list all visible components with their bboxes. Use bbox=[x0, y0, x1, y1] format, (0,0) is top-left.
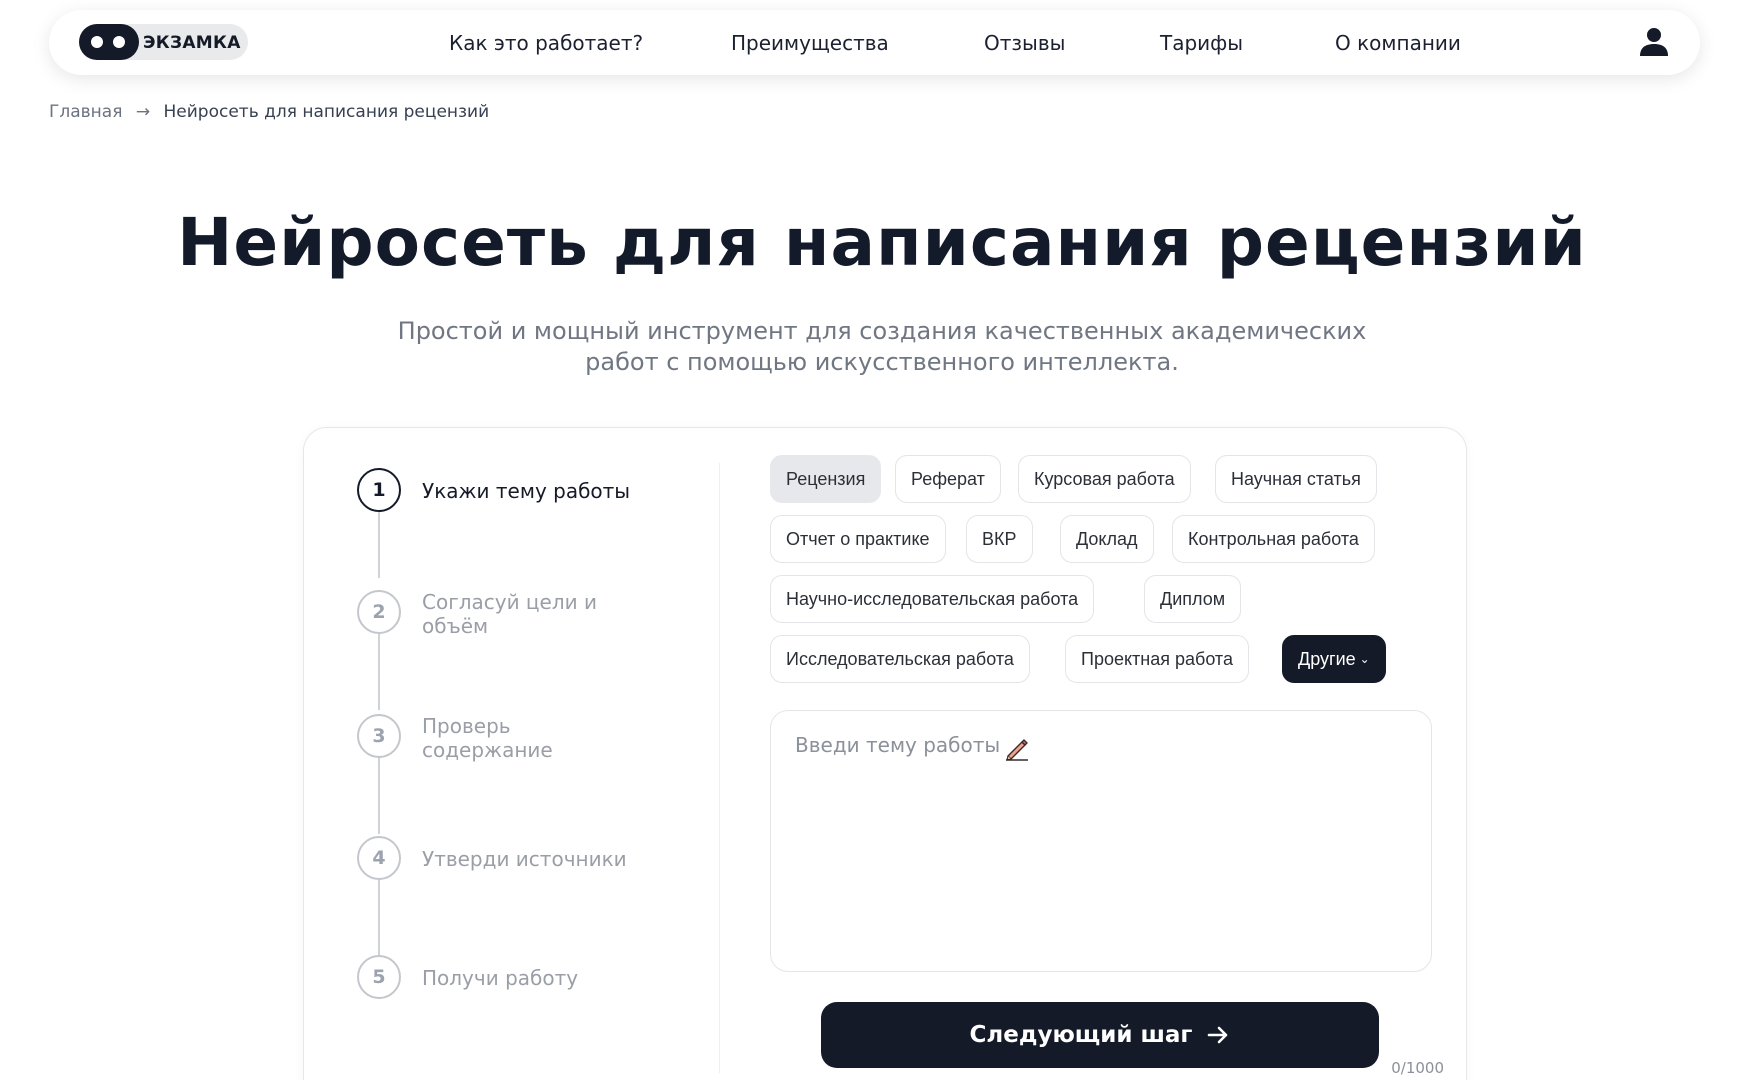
step-connector bbox=[378, 758, 380, 834]
logo-eye bbox=[91, 36, 103, 48]
chip-practice-report[interactable]: Отчет о практике bbox=[770, 515, 946, 563]
next-step-button[interactable]: Следующий шаг bbox=[821, 1002, 1379, 1068]
nav-about[interactable]: О компании bbox=[1335, 31, 1461, 55]
breadcrumb-current: Нейросеть для написания рецензий bbox=[163, 102, 490, 122]
nav-advantages[interactable]: Преимущества bbox=[731, 31, 889, 55]
chip-scientific-article[interactable]: Научная статья bbox=[1215, 455, 1377, 503]
breadcrumb-home-link[interactable]: Главная bbox=[49, 102, 122, 122]
chip-others-dropdown[interactable]: Другие ⌄ bbox=[1282, 635, 1386, 683]
step-1-indicator: 1 bbox=[357, 468, 401, 512]
logo-text: ЭКЗАМКА bbox=[143, 33, 241, 53]
step-connector bbox=[378, 880, 380, 956]
chip-diploma[interactable]: Диплом bbox=[1144, 575, 1242, 623]
nav-how-it-works[interactable]: Как это работает? bbox=[449, 31, 643, 55]
chip-others-label: Другие bbox=[1298, 648, 1356, 669]
page-title: Нейросеть для написания рецензий bbox=[177, 204, 1587, 281]
topic-input[interactable] bbox=[770, 710, 1432, 972]
step-4-indicator: 4 bbox=[357, 836, 401, 880]
logo-eye bbox=[113, 36, 125, 48]
next-step-label: Следующий шаг bbox=[969, 1022, 1193, 1048]
top-header: ЭКЗАМКА Как это работает? Преимущества О… bbox=[49, 10, 1700, 75]
wizard-card: 1 Укажи тему работы 2 Согласуй цели и об… bbox=[303, 427, 1467, 1080]
arrow-right-icon bbox=[1208, 1026, 1228, 1044]
chip-review[interactable]: Рецензия bbox=[770, 455, 882, 503]
breadcrumb: Главная → Нейросеть для написания реценз… bbox=[49, 102, 489, 122]
chip-essay[interactable]: Реферат bbox=[895, 455, 1001, 503]
chevron-down-icon: ⌄ bbox=[1359, 652, 1370, 666]
breadcrumb-separator: → bbox=[135, 102, 151, 122]
logo[interactable]: ЭКЗАМКА bbox=[79, 24, 248, 60]
chip-thesis-vkr[interactable]: ВКР bbox=[966, 515, 1033, 563]
step-5-indicator: 5 bbox=[357, 955, 401, 999]
page-subtitle: Простой и мощный инструмент для создания… bbox=[397, 317, 1367, 376]
char-counter: 0/1000 bbox=[1391, 1059, 1444, 1077]
step-3-indicator: 3 bbox=[357, 714, 401, 758]
column-divider bbox=[719, 463, 720, 1073]
user-icon[interactable] bbox=[1639, 27, 1669, 57]
step-5-label: Получи работу bbox=[422, 966, 579, 990]
chip-report[interactable]: Доклад bbox=[1060, 515, 1154, 563]
step-connector bbox=[378, 634, 380, 710]
chip-coursework[interactable]: Курсовая работа bbox=[1018, 455, 1191, 503]
step-2-label: Согласуй цели и объём bbox=[422, 590, 597, 638]
chip-investigation-work[interactable]: Исследовательская работа bbox=[770, 635, 1030, 683]
logo-mark bbox=[79, 24, 139, 60]
chip-research-work[interactable]: Научно-исследовательская работа bbox=[770, 575, 1095, 623]
pencil-icon bbox=[1006, 739, 1028, 761]
nav-reviews[interactable]: Отзывы bbox=[984, 31, 1065, 55]
step-2-indicator: 2 bbox=[357, 590, 401, 634]
chip-project-work[interactable]: Проектная работа bbox=[1065, 635, 1249, 683]
chip-test-work[interactable]: Контрольная работа bbox=[1172, 515, 1375, 563]
step-4-label: Утверди источники bbox=[422, 847, 627, 871]
step-connector bbox=[378, 512, 380, 578]
step-1-label: Укажи тему работы bbox=[422, 479, 631, 503]
step-3-label: Проверь содержание bbox=[422, 714, 553, 762]
nav-pricing[interactable]: Тарифы bbox=[1160, 31, 1243, 55]
